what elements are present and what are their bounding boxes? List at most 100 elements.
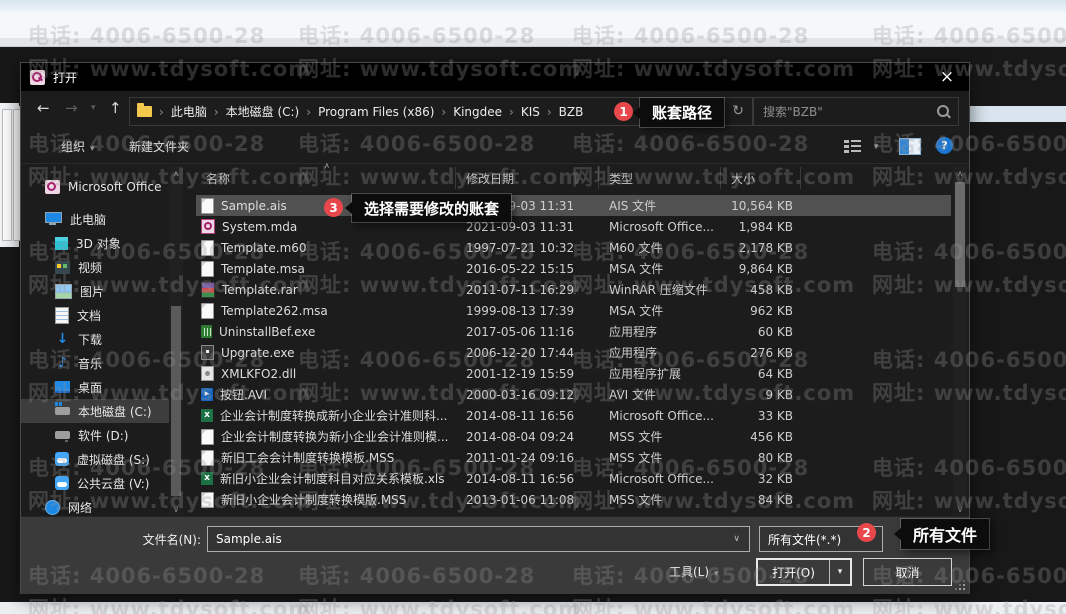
new-folder-button[interactable]: 新建文件夹 bbox=[129, 138, 189, 155]
file-date: 2017-05-06 11:16 bbox=[466, 324, 575, 339]
organize-button[interactable]: 组织 ▾ bbox=[61, 138, 95, 155]
file-date: 2011-07-11 16:29 bbox=[466, 282, 575, 297]
search-icon[interactable] bbox=[937, 105, 949, 117]
file-row[interactable]: 按钮.AVI 2000-03-16 09:12 AVI 文件 9 KB bbox=[196, 384, 951, 405]
file-row[interactable]: UninstallBef.exe 2017-05-06 11:16 应用程序 60 K… bbox=[196, 321, 951, 342]
open-split-chevron-icon[interactable]: ▾ bbox=[829, 560, 850, 584]
file-type: AIS 文件 bbox=[609, 199, 657, 213]
file-name: Upgrate.exe bbox=[221, 345, 295, 360]
view-chevron-icon[interactable]: ▾ bbox=[874, 142, 879, 152]
file-row[interactable]: 企业会计制度转换成新小企业会计准则科... 2014-08-11 16:56 Mic… bbox=[196, 405, 951, 426]
access-key-icon bbox=[30, 69, 45, 85]
file-date: 2014-08-11 16:56 bbox=[466, 408, 575, 423]
view-list-icon[interactable] bbox=[844, 139, 861, 153]
file-date: 1999-08-13 17:39 bbox=[466, 303, 575, 318]
help-icon[interactable]: ? bbox=[936, 137, 953, 154]
sidebar-item[interactable]: 此电脑 bbox=[21, 207, 169, 231]
sidebar-item[interactable]: Microsoft Office bbox=[21, 175, 169, 199]
tools-button[interactable]: 工具(L) ▾ bbox=[669, 563, 719, 580]
file-type: MSS 文件 bbox=[609, 451, 663, 465]
file-name: 新旧工会会计制度转换模板.MSS bbox=[221, 451, 395, 465]
scroll-up-icon[interactable]: ∧ bbox=[169, 166, 183, 180]
refresh-icon[interactable]: ↻ bbox=[732, 103, 744, 119]
filelist-scrollbar-thumb[interactable] bbox=[955, 182, 965, 287]
sidebar-scrollbar[interactable]: ∧ ∨ bbox=[169, 166, 183, 516]
breadcrumb-item[interactable]: KIS bbox=[521, 105, 540, 119]
filename-input[interactable]: Sample.ais ∨ bbox=[207, 526, 750, 552]
file-row[interactable]: 企业会计制度转换为新小企业会计准则模... 2014-08-04 09:24 MSS… bbox=[196, 426, 951, 447]
sidebar-item[interactable]: 视频 bbox=[21, 255, 169, 279]
dialog-title: 打开 bbox=[53, 70, 78, 85]
sidebar-item[interactable]: 桌面 bbox=[21, 375, 169, 399]
file-size: 962 KB bbox=[750, 303, 793, 318]
sidebar-item[interactable]: 文档 bbox=[21, 303, 169, 327]
sidebar-item-label: 音乐 bbox=[78, 356, 103, 371]
sidebar-item[interactable]: 图片 bbox=[21, 279, 169, 303]
open-button[interactable]: 打开(O) ▾ bbox=[756, 558, 852, 586]
file-list-header: 名称 ∧ 修改日期 类型 大小 bbox=[196, 163, 951, 193]
file-row[interactable]: 新旧工会会计制度转换模板.MSS 2011-01-24 09:16 MSS 文件 80… bbox=[196, 447, 951, 468]
dialog-titlebar: 打开 × bbox=[21, 63, 969, 91]
chevron-down-icon: ▾ bbox=[714, 569, 719, 579]
search-input[interactable]: 搜索"BZB" bbox=[753, 97, 959, 126]
scroll-up-icon[interactable]: ∧ bbox=[953, 166, 967, 180]
sidebar-item[interactable]: 虚拟磁盘 (S:) bbox=[21, 447, 169, 471]
sidebar-item-label: 网络 bbox=[68, 500, 93, 515]
breadcrumb-item[interactable]: 本地磁盘 (C:) bbox=[226, 103, 300, 120]
excel-file-icon bbox=[201, 472, 213, 485]
chevron-down-icon[interactable]: ∨ bbox=[733, 534, 740, 544]
resize-grip[interactable] bbox=[955, 580, 965, 590]
file-row[interactable]: Template.msa 2016-05-22 15:15 MSA 文件 9,864 … bbox=[196, 258, 951, 279]
column-header-type[interactable]: 类型 bbox=[599, 167, 721, 189]
preview-pane-icon[interactable] bbox=[899, 138, 921, 155]
column-header-date[interactable]: 修改日期 bbox=[456, 167, 599, 189]
file-row[interactable]: XMLKFO2.dll 2001-12-19 15:59 应用程序扩展 64 KB bbox=[196, 363, 951, 384]
history-chevron-icon[interactable]: ▾ bbox=[91, 103, 96, 113]
breadcrumb-item[interactable]: 此电脑 bbox=[171, 103, 207, 120]
filelist-scrollbar[interactable]: ∧ ∨ bbox=[953, 166, 967, 516]
access-file-icon bbox=[201, 219, 215, 234]
sidebar-scrollbar-thumb[interactable] bbox=[171, 306, 181, 496]
excel-file-icon bbox=[201, 409, 213, 422]
close-icon[interactable]: × bbox=[925, 63, 969, 91]
sidebar-item[interactable]: 3D 对象 bbox=[21, 231, 169, 255]
sidebar-item[interactable]: 音乐 bbox=[21, 351, 169, 375]
file-row[interactable]: 新旧小企业会计制度科目对应关系模板.xls 2014-08-11 16:56 Mic… bbox=[196, 468, 951, 489]
file-row[interactable]: Upgrate.exe 2006-12-20 17:44 应用程序 276 KB bbox=[196, 342, 951, 363]
chevron-down-icon: ▾ bbox=[90, 144, 95, 154]
pc-icon bbox=[45, 212, 62, 225]
file-name: UninstallBef.exe bbox=[219, 324, 316, 339]
breadcrumb-item[interactable]: Program Files (x86) bbox=[318, 105, 434, 119]
cancel-button[interactable]: 取消 bbox=[863, 558, 952, 586]
scroll-down-icon[interactable]: ∨ bbox=[169, 502, 183, 516]
sidebar-item[interactable]: 网络 bbox=[21, 495, 169, 516]
file-row[interactable]: Sample.ais 2021-09-03 11:31 AIS 文件 10,564 K… bbox=[196, 195, 951, 216]
file-name: 企业会计制度转换为新小企业会计准则模... bbox=[221, 430, 449, 444]
column-header-size[interactable]: 大小 bbox=[721, 167, 801, 189]
breadcrumb: › 此电脑 › 本地磁盘 (C:) › Program Files (x86) › Kingd… bbox=[152, 103, 583, 120]
sidebar-item[interactable]: 下载 bbox=[21, 327, 169, 351]
file-date: 1997-07-21 10:32 bbox=[466, 240, 575, 255]
column-header-name[interactable]: 名称 ∧ bbox=[196, 163, 456, 189]
doc-icon bbox=[55, 306, 69, 324]
file-row[interactable]: System.mda 2021-09-03 11:31 Microsoft Offi… bbox=[196, 216, 951, 237]
scroll-down-icon[interactable]: ∨ bbox=[953, 502, 967, 516]
forward-icon[interactable]: → bbox=[65, 99, 78, 117]
file-file-icon bbox=[201, 239, 214, 256]
file-row[interactable]: Template.m60 1997-07-21 10:32 M60 文件 2,178 … bbox=[196, 237, 951, 258]
cloud-icon bbox=[55, 452, 69, 466]
breadcrumb-item[interactable]: BZB bbox=[559, 105, 584, 119]
sidebar-item[interactable]: 公共云盘 (V:) bbox=[21, 471, 169, 495]
sidebar-item[interactable]: 软件 (D:) bbox=[21, 423, 169, 447]
drive-icon bbox=[55, 431, 70, 442]
breadcrumb-item[interactable]: Kingdee bbox=[453, 105, 502, 119]
up-icon[interactable]: ↑ bbox=[109, 99, 122, 117]
back-icon[interactable]: ← bbox=[37, 99, 50, 117]
file-row[interactable]: 新旧小企业会计制度转换模版.MSS 2013-01-06 11:08 MSS 文件 8… bbox=[196, 489, 951, 510]
file-row[interactable]: Template262.msa 1999-08-13 17:39 MSA 文件 962… bbox=[196, 300, 951, 321]
music-icon bbox=[55, 357, 70, 370]
file-type: 应用程序扩展 bbox=[609, 367, 682, 381]
file-row[interactable]: Template.rar 2011-07-11 16:29 WinRAR 压缩文件 4… bbox=[196, 279, 951, 300]
sidebar-item[interactable]: 本地磁盘 (C:) bbox=[21, 399, 169, 423]
file-type: 应用程序 bbox=[609, 325, 658, 339]
